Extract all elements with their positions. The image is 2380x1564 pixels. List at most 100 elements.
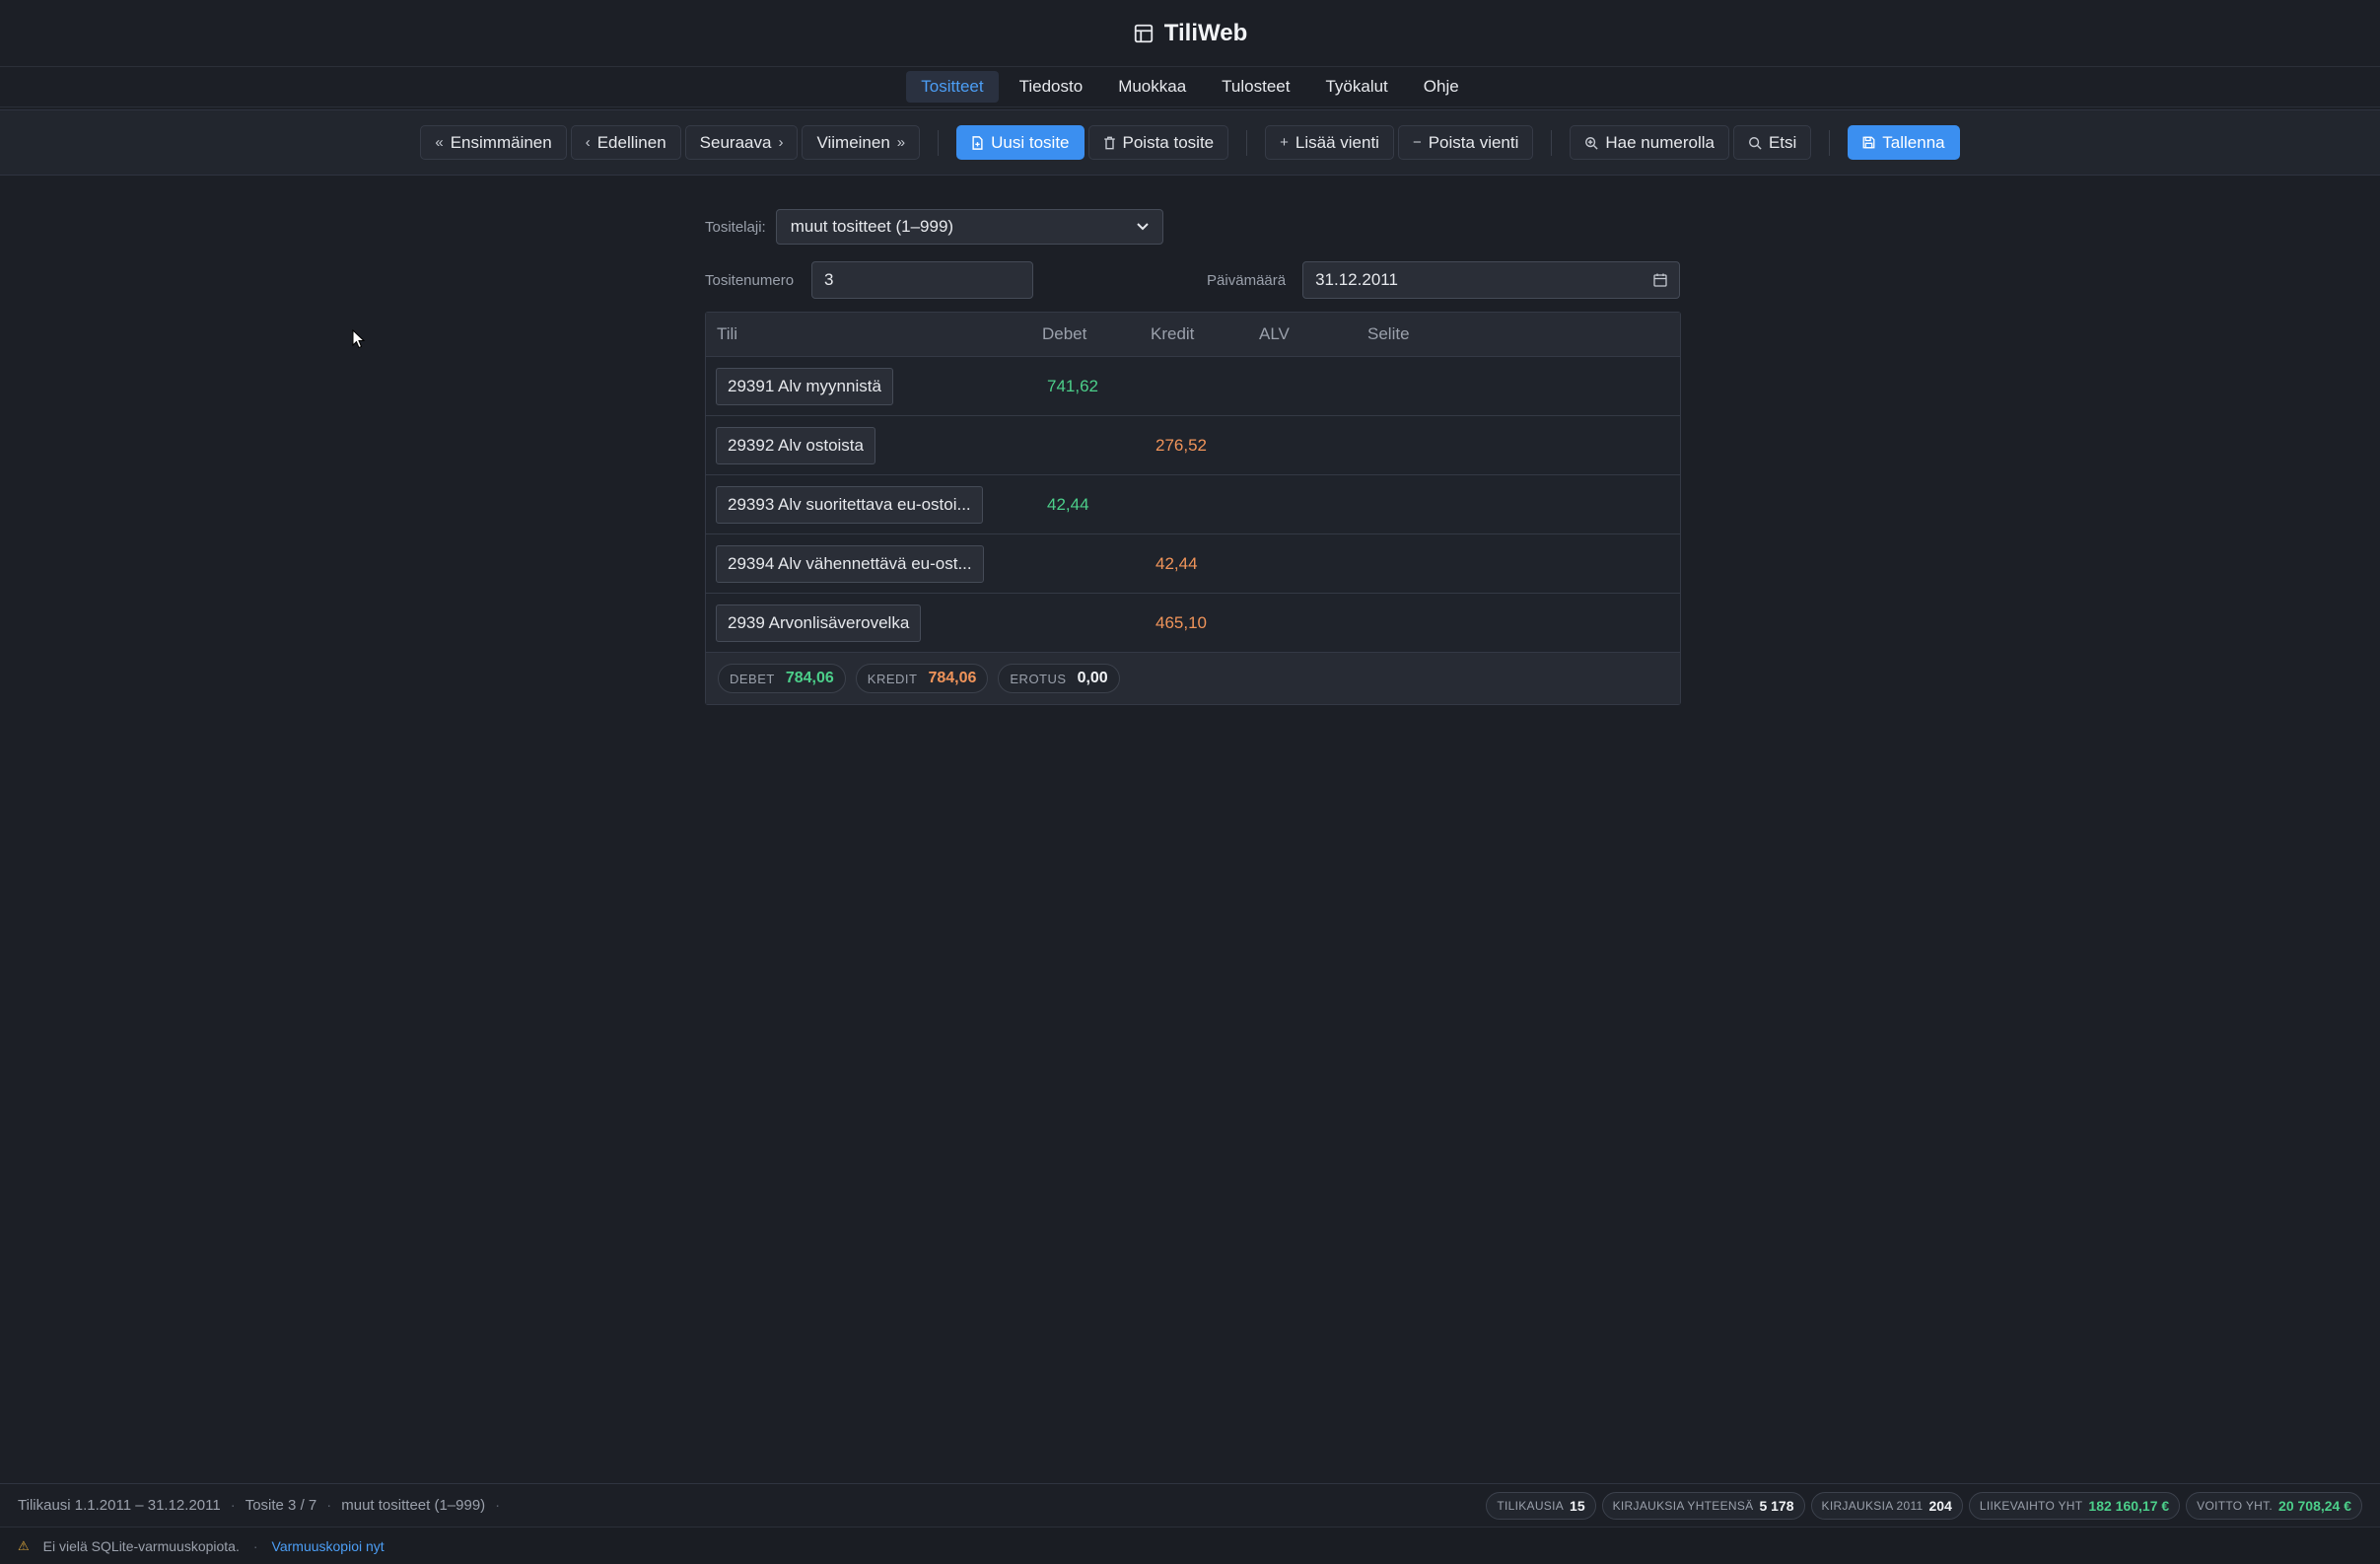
mouse-cursor-icon	[352, 329, 366, 349]
header-alv: ALV	[1259, 324, 1290, 343]
voucher-type-value: muut tositteet (1–999)	[790, 217, 954, 236]
calendar-icon[interactable]	[1653, 273, 1667, 287]
stat-badge: KIRJAUKSIA 2011 204	[1810, 1491, 1963, 1520]
voucher-type-select[interactable]: muut tositteet (1–999)	[775, 209, 1163, 245]
title-bar: TiliWeb	[0, 0, 2380, 67]
table-row[interactable]: 29394 Alv vähennettävä eu-ost... 42,44	[706, 534, 1680, 594]
menu-tyokalut[interactable]: Työkalut	[1310, 71, 1402, 103]
delete-entry-label: Poista vienti	[1428, 132, 1519, 152]
debet-total-value: 784,06	[785, 670, 834, 686]
last-button[interactable]: Viimeinen »	[802, 125, 921, 160]
voucher-position: Tosite 3 / 7	[245, 1497, 317, 1514]
toolbar-divider	[938, 129, 940, 156]
voucher-number-label: Tositenumero	[705, 271, 795, 289]
kredit-value[interactable]: 276,52	[1155, 436, 1207, 456]
difference-label: EROTUS	[1010, 671, 1067, 686]
layout-icon	[1134, 24, 1153, 42]
prev-button-label: Edellinen	[596, 132, 666, 152]
toolbar-divider	[1551, 129, 1553, 156]
delete-entry-button[interactable]: − Poista vienti	[1397, 125, 1534, 160]
find-by-number-label: Hae numerolla	[1605, 132, 1715, 152]
separator-dot: ·	[230, 1497, 236, 1514]
table-row[interactable]: 29392 Alv ostoista 276,52	[706, 416, 1680, 475]
save-label: Tallenna	[1882, 132, 1945, 152]
first-button[interactable]: « Ensimmäinen	[420, 125, 567, 160]
zoom-in-icon	[1585, 136, 1599, 150]
account-button[interactable]: 2939 Arvonlisäverovelka	[716, 604, 922, 642]
voucher-number-input[interactable]: 3	[811, 261, 1034, 299]
debet-value[interactable]: 741,62	[1047, 377, 1098, 396]
backup-notice: ⚠ Ei vielä SQLite-varmuuskopiota. · Varm…	[0, 1527, 2380, 1564]
totals-bar: DEBET 784,06 KREDIT 784,06 EROTUS 0,00	[706, 653, 1680, 704]
menu-ohje[interactable]: Ohje	[1409, 71, 1474, 103]
kredit-total-badge: KREDIT 784,06	[855, 664, 989, 693]
add-entry-label: Lisää vienti	[1295, 132, 1379, 152]
add-entry-button[interactable]: + Lisää vienti	[1265, 125, 1394, 160]
warning-icon: ⚠	[18, 1537, 30, 1553]
stat-value: 15	[1570, 1497, 1585, 1514]
table-header: Tili Debet Kredit ALV Selite	[706, 313, 1680, 357]
separator-dot: ·	[326, 1497, 332, 1514]
date-value: 31.12.2011	[1315, 270, 1398, 289]
toolbar-divider	[1246, 129, 1248, 156]
find-by-number-button[interactable]: Hae numerolla	[1570, 125, 1729, 160]
stat-badge: LIIKEVAIHTO YHT 182 160,17 €	[1968, 1491, 2181, 1520]
debet-value[interactable]: 42,44	[1047, 495, 1089, 515]
stat-label: LIIKEVAIHTO YHT	[1979, 1498, 2083, 1513]
date-input[interactable]: 31.12.2011	[1302, 261, 1681, 299]
separator-dot: ·	[252, 1537, 258, 1554]
date-label: Päivämäärä	[1207, 271, 1287, 289]
stat-label: KIRJAUKSIA YHTEENSÄ	[1612, 1498, 1754, 1513]
table-row[interactable]: 29391 Alv myynnistä 741,62	[706, 357, 1680, 416]
kredit-value[interactable]: 42,44	[1155, 554, 1198, 574]
next-button[interactable]: Seuraava ›	[684, 125, 799, 160]
menu-muokkaa[interactable]: Muokkaa	[1103, 71, 1201, 103]
chevron-left-icon: ‹	[585, 134, 591, 151]
stat-badge: KIRJAUKSIA YHTEENSÄ 5 178	[1601, 1491, 1805, 1520]
next-button-label: Seuraava	[699, 132, 772, 152]
app-title: TiliWeb	[1133, 20, 1247, 47]
last-button-label: Viimeinen	[816, 132, 890, 152]
fiscal-period: Tilikausi 1.1.2011 – 31.12.2011	[18, 1497, 221, 1514]
delete-voucher-button[interactable]: Poista tosite	[1087, 125, 1229, 160]
account-button[interactable]: 29393 Alv suoritettava eu-ostoi...	[716, 485, 983, 524]
status-bar: Tilikausi 1.1.2011 – 31.12.2011 · Tosite…	[0, 1483, 2380, 1527]
stat-label: VOITTO YHT.	[2197, 1498, 2274, 1513]
app-title-text: TiliWeb	[1163, 19, 1248, 46]
save-button[interactable]: Tallenna	[1848, 125, 1960, 160]
menu-tositteet[interactable]: Tositteet	[906, 71, 999, 103]
menu-tulosteet[interactable]: Tulosteet	[1207, 71, 1304, 103]
header-kredit: Kredit	[1151, 324, 1195, 343]
file-plus-icon	[972, 135, 983, 150]
search-label: Etsi	[1768, 132, 1797, 152]
account-button[interactable]: 29392 Alv ostoista	[716, 426, 875, 464]
backup-now-link[interactable]: Varmuuskopioi nyt	[272, 1538, 385, 1554]
kredit-total-value: 784,06	[928, 670, 977, 686]
search-button[interactable]: Etsi	[1732, 125, 1812, 160]
voucher-type-label: Tositelaji:	[705, 218, 766, 236]
menu-tiedosto[interactable]: Tiedosto	[1005, 71, 1098, 103]
stat-label: KIRJAUKSIA 2011	[1821, 1498, 1924, 1513]
account-button[interactable]: 29394 Alv vähennettävä eu-ost...	[716, 544, 984, 583]
minus-icon: −	[1412, 134, 1422, 151]
kredit-total-label: KREDIT	[867, 671, 918, 686]
table-row[interactable]: 2939 Arvonlisäverovelka 465,10	[706, 594, 1680, 653]
backup-notice-text: Ei vielä SQLite-varmuuskopiota.	[42, 1537, 240, 1554]
toolbar: « Ensimmäinen ‹ Edellinen Seuraava › Vii…	[0, 109, 2380, 176]
table-row[interactable]: 29393 Alv suoritettava eu-ostoi... 42,44	[706, 475, 1680, 534]
debet-total-badge: DEBET 784,06	[718, 664, 846, 693]
delete-voucher-label: Poista tosite	[1122, 132, 1215, 152]
plus-icon: +	[1280, 134, 1289, 151]
account-button[interactable]: 29391 Alv myynnistä	[716, 367, 893, 405]
new-voucher-button[interactable]: Uusi tosite	[956, 125, 1085, 160]
voucher-form: Tositelaji: muut tositteet (1–999) Tosit…	[705, 209, 1681, 299]
chevron-right-icon: ›	[778, 134, 784, 151]
new-voucher-label: Uusi tosite	[991, 132, 1070, 152]
stat-value: 20 708,24 €	[2278, 1497, 2351, 1514]
difference-value: 0,00	[1077, 670, 1108, 686]
prev-button[interactable]: ‹ Edellinen	[570, 125, 681, 160]
voucher-number-value: 3	[824, 270, 834, 289]
voucher-type-status: muut tositteet (1–999)	[341, 1497, 486, 1514]
kredit-value[interactable]: 465,10	[1155, 613, 1207, 633]
first-button-label: Ensimmäinen	[450, 132, 552, 152]
